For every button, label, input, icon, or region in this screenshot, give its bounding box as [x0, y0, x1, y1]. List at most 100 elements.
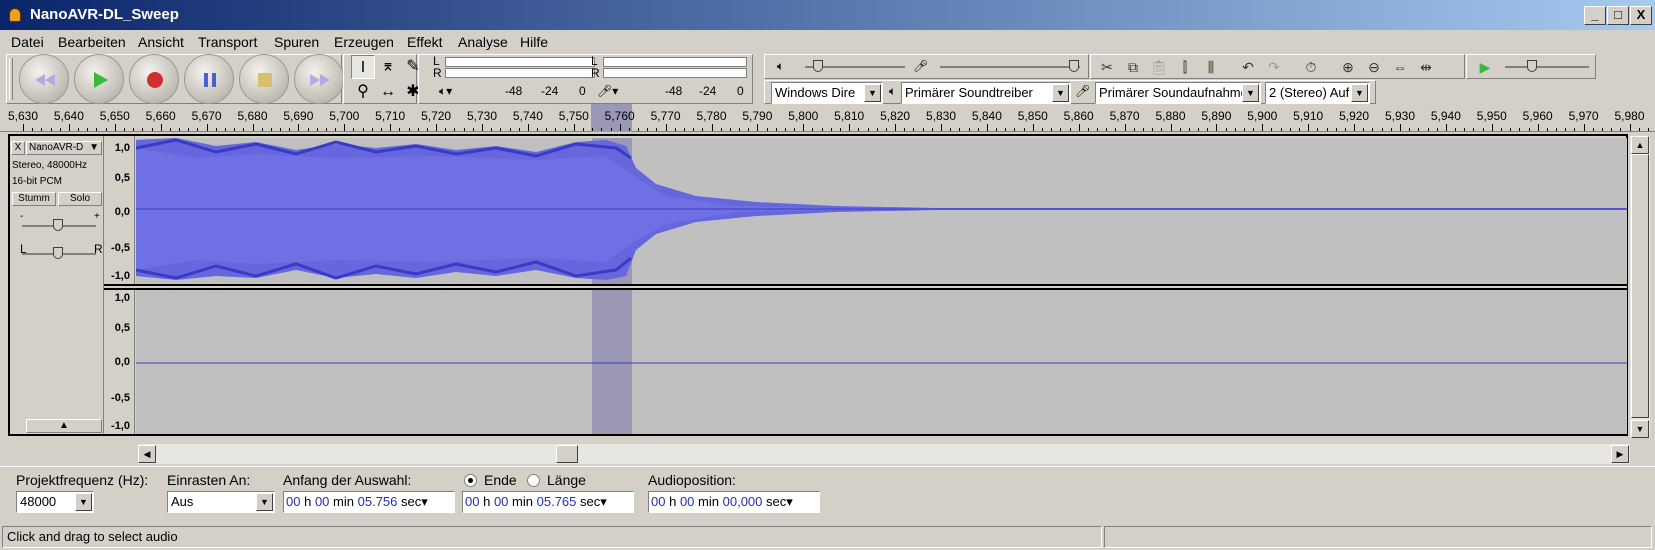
maximize-button[interactable]: □	[1607, 6, 1629, 25]
ruler-tick	[1601, 128, 1603, 131]
host-select[interactable]: Windows Dire ▼	[771, 82, 883, 104]
ruler-tick	[950, 128, 952, 131]
play-meter-left[interactable]	[445, 57, 595, 67]
solo-button[interactable]: Solo	[58, 192, 102, 206]
audio-position-field[interactable]: 00 h 00 min 00,000 sec▾	[648, 491, 820, 513]
input-volume-thumb[interactable]	[1069, 60, 1079, 72]
timeline-ruler[interactable]: 5,630 5,640 5,650 5,660 5,670 5,680 5,690 5,700…	[0, 104, 1655, 132]
zoom-out-icon[interactable]: ⊖	[1362, 55, 1386, 79]
end-radio[interactable]	[464, 474, 477, 487]
menu-ansicht[interactable]: Ansicht	[138, 34, 184, 50]
vertical-scrollbar[interactable]: ▲ ▼	[1630, 136, 1650, 438]
horizontal-scrollbar[interactable]: ◀ ▶	[138, 444, 1630, 464]
scroll-right-icon[interactable]: ▶	[1611, 445, 1629, 463]
ruler-tick	[1583, 124, 1585, 131]
track-name: NanoAVR-D	[29, 142, 84, 153]
project-rate-select[interactable]: 48000 ▼	[16, 491, 94, 513]
snap-select[interactable]: Aus ▼	[167, 491, 275, 513]
speed-slider[interactable]	[1505, 66, 1589, 68]
pan-thumb[interactable]	[53, 247, 63, 259]
copy-icon[interactable]: ⧉	[1121, 55, 1145, 79]
trim-icon[interactable]: ⫿	[1173, 55, 1197, 79]
ruler-tick	[885, 128, 887, 131]
minimize-button[interactable]: _	[1584, 6, 1606, 25]
project-rate-label: Projektfrequenz (Hz):	[16, 472, 149, 488]
timeshift-tool-icon[interactable]: ↔	[376, 80, 400, 104]
record-button[interactable]	[129, 54, 179, 104]
menu-erzeugen[interactable]: Erzeugen	[334, 34, 394, 50]
play-meter-right[interactable]	[445, 68, 595, 78]
length-radio-label: Länge	[547, 472, 586, 488]
paste-icon[interactable]: 📋︎	[1147, 55, 1171, 79]
mute-button[interactable]: Stumm	[12, 192, 56, 206]
output-device-select[interactable]: Primärer Soundtreiber ▼	[901, 82, 1071, 104]
scroll-down-icon[interactable]: ▼	[1631, 420, 1649, 438]
play-button[interactable]	[74, 54, 124, 104]
skip-start-button[interactable]	[19, 54, 69, 104]
ruler-tick	[1308, 124, 1310, 131]
ruler-tick	[224, 128, 226, 131]
scroll-up-icon[interactable]: ▲	[1631, 136, 1649, 154]
ruler-tick	[1519, 128, 1521, 131]
menu-hilfe[interactable]: Hilfe	[520, 34, 548, 50]
rec-meter-right[interactable]	[603, 68, 747, 78]
waveform-channel-left[interactable]	[136, 138, 1627, 284]
input-volume-slider[interactable]	[940, 66, 1080, 68]
ruler-tick	[87, 128, 89, 131]
gain-thumb[interactable]	[53, 219, 63, 231]
ruler-tick	[1400, 124, 1401, 131]
ruler-tick	[270, 128, 272, 131]
redo-icon[interactable]: ↷	[1262, 55, 1286, 79]
stop-button[interactable]	[239, 54, 289, 104]
edit-toolbar: ✂ ⧉ 📋︎ ⫿ ⫼ ↶ ↷ ⏱ ⊕ ⊖ ⇔ ⇹	[1090, 54, 1465, 79]
ruler-tick	[1005, 128, 1007, 131]
menu-bearbeiten[interactable]: Bearbeiten	[58, 34, 126, 50]
vertical-scroll-thumb[interactable]	[1631, 154, 1649, 418]
play-at-speed-icon[interactable]: ▶	[1473, 55, 1497, 79]
scale-label: 0,0	[114, 206, 130, 218]
output-volume-thumb[interactable]	[813, 60, 823, 72]
menu-spuren[interactable]: Spuren	[274, 34, 319, 50]
envelope-tool-icon[interactable]: ⌆	[376, 55, 400, 79]
ruler-tick-label: 5,930	[1384, 109, 1416, 123]
menu-datei[interactable]: Datei	[11, 34, 44, 50]
chevron-down-icon: ▼	[89, 142, 99, 153]
ruler-tick	[1510, 128, 1512, 131]
collapse-track-button[interactable]: ▲	[26, 419, 102, 433]
scroll-left-icon[interactable]: ◀	[138, 445, 156, 463]
input-device-select[interactable]: Primärer Soundaufnahme ▼	[1095, 82, 1261, 104]
cut-icon[interactable]: ✂	[1095, 55, 1119, 79]
tc-minutes-unit: min	[698, 494, 719, 509]
menu-analyse[interactable]: Analyse	[458, 34, 508, 50]
mic-icon[interactable]: 🎤︎▾	[597, 84, 618, 98]
menu-effekt[interactable]: Effekt	[407, 34, 443, 50]
channels-select[interactable]: 2 (Stereo) Auf ▼	[1265, 82, 1370, 104]
length-radio[interactable]	[527, 474, 540, 487]
undo-icon[interactable]: ↶	[1236, 55, 1260, 79]
speaker-icon[interactable]: 🔈︎▾	[439, 84, 452, 99]
selection-start-field[interactable]: 00 h 00 min 05.756 sec▾	[283, 491, 455, 513]
track-name-menu[interactable]: NanoAVR-D ▼	[26, 141, 102, 155]
selection-tool-icon[interactable]: I	[351, 55, 375, 79]
ruler-tick	[1317, 128, 1319, 131]
fit-selection-icon[interactable]: ⇔	[1388, 55, 1412, 79]
silence-icon[interactable]: ⫼	[1199, 55, 1223, 79]
menu-transport[interactable]: Transport	[198, 34, 257, 50]
selection-end-field[interactable]: 00 h 00 min 05.765 sec▾	[462, 491, 634, 513]
zoom-tool-icon[interactable]: ⚲	[351, 80, 375, 104]
pause-button[interactable]	[184, 54, 234, 104]
track-close-button[interactable]: X	[11, 141, 25, 155]
fit-project-icon[interactable]: ⇹	[1414, 55, 1438, 79]
skip-end-button[interactable]	[294, 54, 344, 104]
horizontal-scroll-thumb[interactable]	[556, 445, 578, 463]
zoom-in-icon[interactable]: ⊕	[1336, 55, 1360, 79]
ruler-tick-label: 5,750	[558, 109, 589, 123]
waveform-channel-right[interactable]	[136, 290, 1627, 434]
sync-lock-icon[interactable]: ⏱	[1299, 55, 1323, 79]
chevron-down-icon: ▼	[1242, 84, 1259, 102]
rec-meter-left[interactable]	[603, 57, 747, 67]
close-button[interactable]: X	[1630, 6, 1652, 25]
status-bar: Click and drag to select audio	[0, 524, 1655, 550]
speed-thumb[interactable]	[1527, 60, 1537, 72]
ruler-tick	[1041, 128, 1043, 131]
